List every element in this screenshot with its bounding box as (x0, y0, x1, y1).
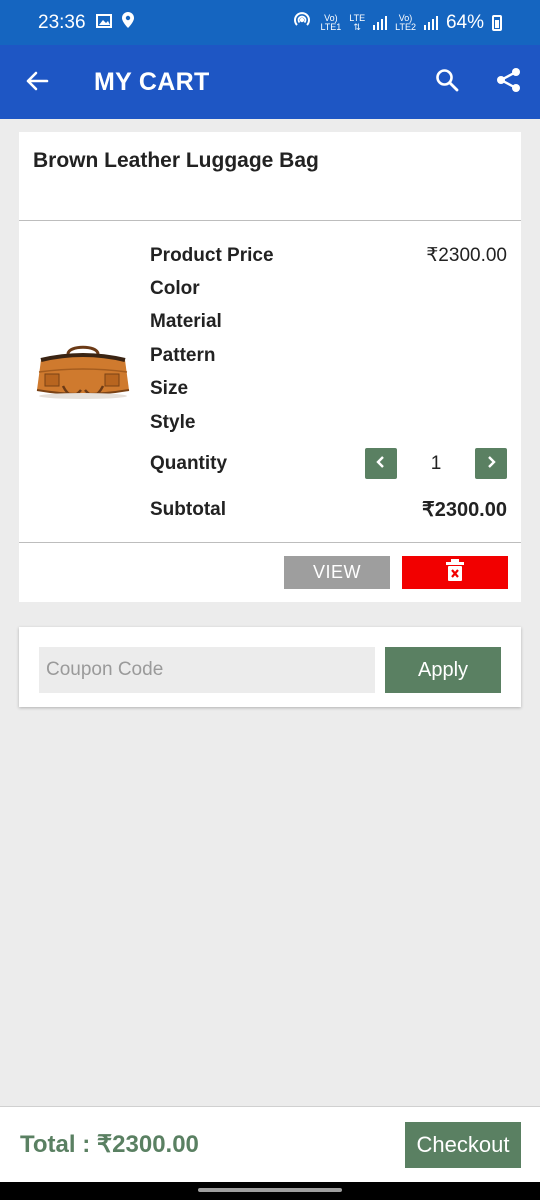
divider (19, 220, 521, 221)
app-bar: MY CART (0, 45, 540, 119)
trash-icon (445, 558, 465, 587)
search-icon (435, 68, 459, 97)
status-time: 23:36 (38, 11, 86, 33)
subtotal-row: Subtotal ₹2300.00 (150, 497, 507, 522)
checkout-bar: Total : ₹2300.00 Checkout (0, 1106, 540, 1182)
quantity-label: Quantity (150, 452, 228, 474)
arrow-left-icon (25, 66, 49, 98)
lte-indicator: LTE ⇅ (349, 13, 365, 32)
style-row: Style (150, 412, 507, 434)
chevron-left-icon (375, 453, 387, 475)
color-row: Color (150, 278, 507, 300)
material-row: Material (150, 311, 507, 333)
sim1-indicator: Vo) LTE1 (320, 13, 342, 32)
size-row: Size (150, 378, 507, 400)
sim1-label-bottom: LTE1 (320, 21, 342, 32)
share-icon (496, 67, 522, 98)
divider (19, 542, 521, 543)
gallery-icon (95, 12, 112, 34)
material-label: Material (150, 311, 222, 332)
subtotal-label: Subtotal (150, 498, 226, 520)
view-button[interactable]: VIEW (284, 556, 390, 589)
quantity-stepper: 1 (365, 448, 507, 479)
pattern-label: Pattern (150, 345, 216, 366)
checkout-button[interactable]: Checkout (405, 1121, 521, 1168)
quantity-increase-button[interactable] (475, 448, 507, 479)
chevron-right-icon (485, 453, 497, 475)
hotspot-icon (292, 11, 312, 35)
data-arrows-icon: ⇅ (353, 21, 361, 32)
subtotal-value: ₹2300.00 (421, 499, 507, 521)
price-label: Product Price (150, 244, 274, 266)
cart-item-card: Brown Leather Luggage Bag Product Price … (19, 132, 521, 602)
style-label: Style (150, 412, 196, 433)
price-value: ₹2300.00 (426, 245, 507, 266)
search-button[interactable] (416, 45, 478, 119)
home-handle[interactable] (198, 1188, 342, 1192)
status-bar: 23:36 Vo) LTE1 LTE ⇅ Vo) LTE2 64% (0, 0, 540, 45)
signal2-icon (423, 15, 438, 30)
apply-coupon-button[interactable]: Apply (385, 647, 501, 693)
battery-percent: 64% (445, 11, 484, 33)
back-button[interactable] (0, 45, 74, 119)
sim2-indicator: Vo) LTE2 (395, 13, 416, 32)
quantity-row: Quantity 1 (150, 448, 507, 479)
size-label: Size (150, 378, 189, 399)
coupon-card: Apply (19, 627, 521, 707)
system-nav-bar (0, 1182, 540, 1200)
share-button[interactable] (478, 45, 540, 119)
coupon-code-input[interactable] (39, 647, 375, 693)
quantity-value: 1 (430, 452, 442, 474)
page-title: MY CART (94, 67, 210, 96)
battery-icon (492, 14, 502, 31)
signal1-icon (373, 15, 388, 30)
quantity-decrease-button[interactable] (365, 448, 397, 479)
delete-button[interactable] (402, 556, 508, 589)
cart-total: Total : ₹2300.00 (20, 1131, 199, 1158)
sim2-label-bottom: LTE2 (395, 21, 416, 32)
price-row: Product Price ₹2300.00 (150, 244, 507, 267)
luggage-bag-image[interactable] (33, 342, 133, 412)
color-label: Color (150, 278, 200, 299)
pattern-row: Pattern (150, 345, 507, 367)
location-icon (121, 11, 134, 34)
product-name: Brown Leather Luggage Bag (33, 149, 319, 172)
